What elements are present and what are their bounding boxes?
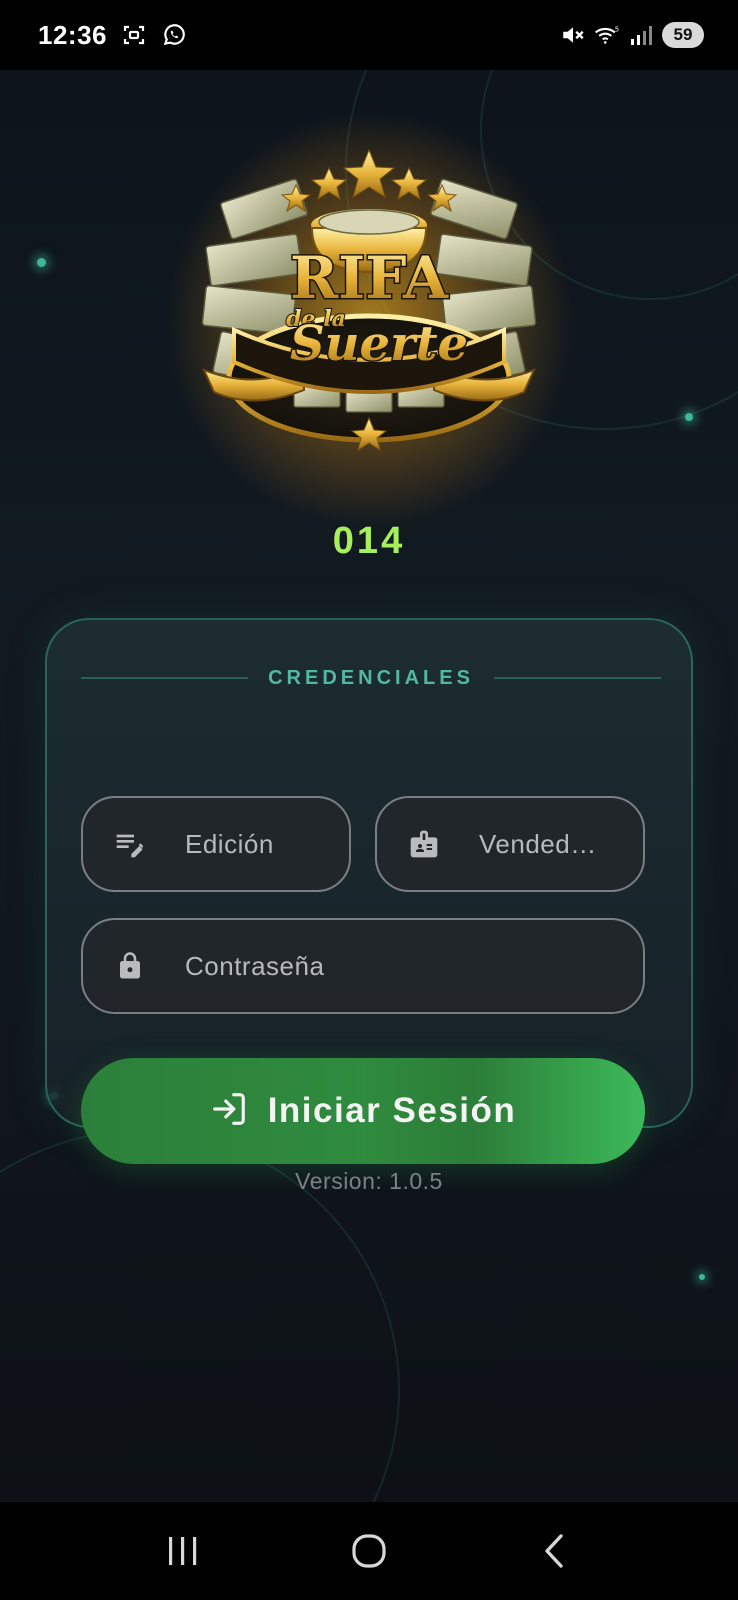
divider-left <box>81 677 249 679</box>
device-code: 014 <box>332 520 406 562</box>
password-input[interactable] <box>185 950 585 982</box>
lock-icon <box>113 949 147 983</box>
whatsapp-icon <box>161 22 187 48</box>
divider-right <box>493 677 662 679</box>
seller-field[interactable] <box>375 796 645 892</box>
status-clock: 12:36 <box>38 19 107 50</box>
login-screen: RIFA de la Suerte 014 CREDENCIALES Edici… <box>0 70 738 1502</box>
card-header: CREDENCIALES <box>81 666 662 690</box>
screenshot-icon <box>121 22 147 48</box>
mute-icon <box>560 22 586 48</box>
edition-input[interactable] <box>185 828 365 860</box>
logo-area: RIFA de la Suerte <box>0 110 738 540</box>
decorative-dot <box>699 1274 705 1280</box>
status-bar: 12:36 5 59 <box>0 0 738 70</box>
home-button[interactable] <box>329 1521 409 1581</box>
battery-indicator: 59 <box>662 22 704 48</box>
version-text: Version: 1.0.5 <box>295 1168 443 1194</box>
badge-icon <box>407 827 441 861</box>
login-button[interactable]: Iniciar Sesión <box>81 1058 645 1164</box>
credentials-card: CREDENCIALES Edición Vended… Iniciar Ses… <box>45 618 693 1164</box>
wifi-icon: 5 <box>594 22 620 48</box>
seller-input[interactable] <box>479 828 603 860</box>
recent-apps-icon <box>169 1537 197 1565</box>
logo-text-rifa: RIFA <box>290 244 449 312</box>
password-field[interactable] <box>81 918 645 1014</box>
edit-note-icon <box>113 827 147 861</box>
login-button-label: Iniciar Sesión <box>267 1091 517 1130</box>
navigation-bar <box>0 1502 738 1600</box>
signal-icon <box>628 22 654 48</box>
back-icon <box>545 1534 563 1568</box>
home-icon <box>352 1534 386 1568</box>
recent-apps-button[interactable] <box>143 1521 223 1581</box>
status-left: 12:36 <box>38 20 187 51</box>
card-title: CREDENCIALES <box>268 666 474 689</box>
rifa-de-la-suerte-logo: RIFA de la Suerte <box>201 148 537 452</box>
login-icon <box>210 1090 248 1133</box>
edition-field[interactable] <box>81 796 365 892</box>
status-right: 5 59 <box>560 22 704 48</box>
back-button[interactable] <box>515 1521 595 1581</box>
logo-text-suerte: Suerte <box>290 316 468 372</box>
svg-text:5: 5 <box>615 26 619 34</box>
